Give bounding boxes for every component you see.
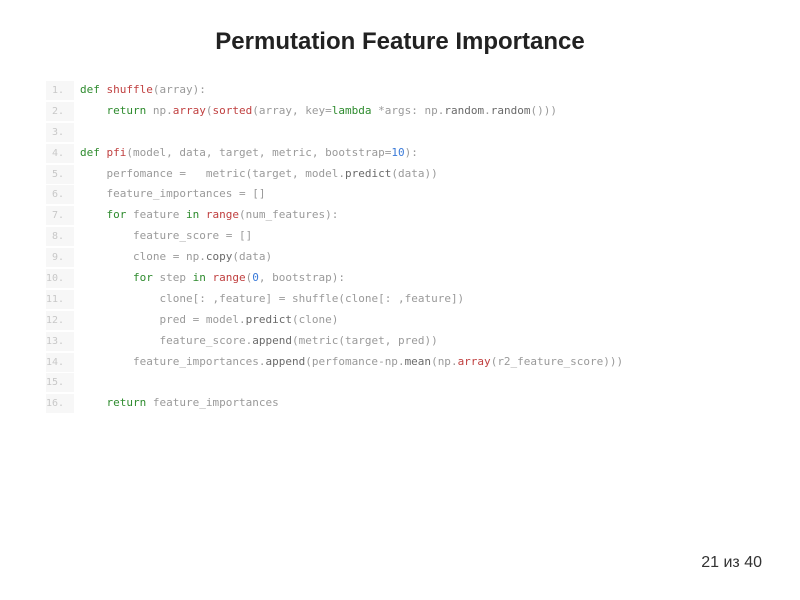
code-line: 16. return feature_importances (46, 393, 754, 414)
line-number: 8. (46, 227, 74, 246)
page-current: 21 (701, 554, 719, 571)
code-content: feature_importances.append(perfomance-np… (74, 352, 623, 373)
code-content: feature_score = [] (74, 226, 252, 247)
code-content: def shuffle(array): (74, 80, 206, 101)
line-number: 12. (46, 311, 74, 330)
line-number: 3. (46, 123, 74, 142)
code-line: 13. feature_score.append(metric(target, … (46, 331, 754, 352)
line-number: 14. (46, 353, 74, 372)
code-line: 12. pred = model.predict(clone) (46, 310, 754, 331)
page-sep: из (719, 554, 744, 571)
code-line: 8. feature_score = [] (46, 226, 754, 247)
line-number: 13. (46, 332, 74, 351)
code-line: 7. for feature in range(num_features): (46, 205, 754, 226)
line-number: 6. (46, 185, 74, 204)
line-number: 1. (46, 81, 74, 100)
line-number: 11. (46, 290, 74, 309)
line-number: 10. (46, 269, 74, 288)
code-line: 15. (46, 372, 754, 393)
code-content: perfomance = metric(target, model.predic… (74, 164, 438, 185)
code-line: 1.def shuffle(array): (46, 80, 754, 101)
line-number: 9. (46, 248, 74, 267)
code-block: 1.def shuffle(array):2. return np.array(… (46, 80, 754, 414)
code-content: return np.array(sorted(array, key=lambda… (74, 101, 557, 122)
code-content: for feature in range(num_features): (74, 205, 338, 226)
line-number: 2. (46, 102, 74, 121)
line-number: 7. (46, 206, 74, 225)
code-line: 10. for step in range(0, bootstrap): (46, 268, 754, 289)
line-number: 5. (46, 165, 74, 184)
code-content: def pfi(model, data, target, metric, boo… (74, 143, 418, 164)
code-line: 2. return np.array(sorted(array, key=lam… (46, 101, 754, 122)
code-content (74, 372, 87, 393)
code-line: 14. feature_importances.append(perfomanc… (46, 352, 754, 373)
line-number: 16. (46, 394, 74, 413)
slide-title: Permutation Feature Importance (0, 0, 800, 80)
code-line: 9. clone = np.copy(data) (46, 247, 754, 268)
code-content (74, 122, 87, 143)
code-content: clone[: ,feature] = shuffle(clone[: ,fea… (74, 289, 464, 310)
code-content: pred = model.predict(clone) (74, 310, 338, 331)
code-content: feature_importances = [] (74, 184, 265, 205)
code-content: for step in range(0, bootstrap): (74, 268, 345, 289)
code-line: 5. perfomance = metric(target, model.pre… (46, 164, 754, 185)
code-content: feature_score.append(metric(target, pred… (74, 331, 438, 352)
page-indicator: 21 из 40 (701, 554, 762, 572)
code-content: clone = np.copy(data) (74, 247, 272, 268)
code-line: 3. (46, 122, 754, 143)
code-line: 11. clone[: ,feature] = shuffle(clone[: … (46, 289, 754, 310)
line-number: 4. (46, 144, 74, 163)
page-total: 40 (744, 554, 762, 571)
code-content: return feature_importances (74, 393, 279, 414)
code-line: 6. feature_importances = [] (46, 184, 754, 205)
code-line: 4.def pfi(model, data, target, metric, b… (46, 143, 754, 164)
line-number: 15. (46, 373, 74, 392)
